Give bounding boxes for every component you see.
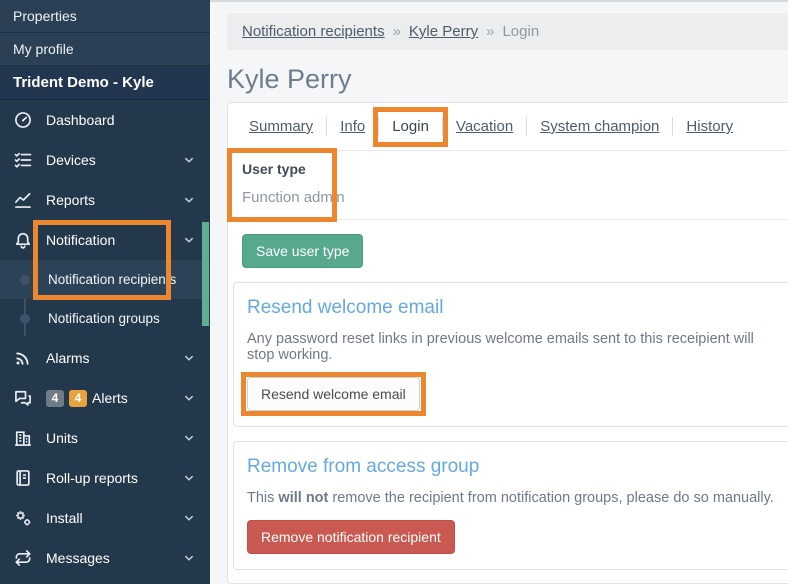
panel-heading: Remove from access group [247,456,480,477]
dashboard-icon [13,110,33,130]
panel-text-suffix: remove the recipient from notification g… [328,490,774,506]
button-label: Resend welcome email [261,386,406,402]
notification-submenu: Notification recipients Notification gro… [0,260,210,338]
sidebar-org-header: Trident Demo - Kyle [0,66,210,100]
tab-vacation[interactable]: Vacation [441,117,526,136]
sidebar-subitem-label: Notification recipients [48,272,177,287]
sidebar-item-notification-groups[interactable]: Notification groups [0,299,210,338]
panel-text: This will not remove the recipient from … [247,490,777,506]
sidebar-item-rollup-reports[interactable]: Roll-up reports [0,458,210,498]
gears-icon [13,508,33,528]
sidebar-item-label: Alarms [46,350,90,366]
panel-text-prefix: This [247,490,279,506]
sidebar-item-dashboard[interactable]: Dashboard [0,100,210,140]
sidebar-item-label: Reports [46,192,96,208]
bullet-dot-icon [20,314,30,324]
divider [228,219,788,220]
panel-heading: Resend welcome email [247,297,444,318]
bell-icon [13,230,33,250]
tab-history[interactable]: History [672,117,746,136]
sidebar-item-notification-recipients[interactable]: Notification recipients [0,260,210,299]
sidebar-item-notification[interactable]: Notification [0,220,210,260]
sidebar-item-messages[interactable]: Messages [0,538,210,578]
tab-login[interactable]: Login [373,107,448,147]
sidebar-item-label: Dashboard [46,112,115,128]
recipient-detail-card: Summary Info Login Vacation System champ… [227,102,788,584]
repeat-arrows-icon [13,548,33,568]
top-divider [210,0,788,2]
sidebar-item-label: Install [46,510,83,526]
main-content: Notification recipients » Kyle Perry » L… [210,0,788,584]
sidebar-item-reports[interactable]: Reports [0,180,210,220]
sidebar-item-units[interactable]: Units [0,418,210,458]
chevron-down-icon [182,511,196,525]
sidebar-item-label: Roll-up reports [46,470,138,486]
resend-welcome-email-panel: Resend welcome email Any password reset … [233,282,788,427]
breadcrumb-separator: » [486,23,495,40]
devices-icon [13,150,33,170]
sidebar-item-label: Notification [46,232,116,248]
chevron-down-icon [182,233,196,247]
alert-count-badge-gray: 4 [46,389,64,407]
journal-icon [13,468,33,488]
sidebar-item-my-profile[interactable]: My profile [0,33,210,66]
building-icon [13,428,33,448]
breadcrumb: Notification recipients » Kyle Perry » L… [227,13,788,50]
sidebar-scrollbar-thumb[interactable] [202,222,209,326]
tab-info[interactable]: Info [326,117,378,136]
breadcrumb-current: Login [502,23,540,40]
alert-count-badge-orange: 4 [69,389,87,407]
sidebar: Properties My profile Trident Demo - Kyl… [0,0,210,584]
tab-system-champion[interactable]: System champion [526,117,672,136]
annotation-highlight-user-type [227,148,337,222]
user-type-value[interactable]: Function admin [242,189,776,206]
chevron-down-icon [182,193,196,207]
tab-summary[interactable]: Summary [236,117,326,136]
sidebar-item-devices[interactable]: Devices [0,140,210,180]
sidebar-item-alerts[interactable]: 4 4 Alerts [0,378,210,418]
breadcrumb-link-notification-recipients[interactable]: Notification recipients [242,23,385,40]
sidebar-item-install[interactable]: Install [0,498,210,538]
app-window: Properties My profile Trident Demo - Kyl… [0,0,788,584]
chevron-down-icon [182,471,196,485]
panel-text-bold: will not [278,490,329,506]
save-user-type-button[interactable]: Save user type [242,234,364,268]
broadcast-icon [13,348,33,368]
resend-welcome-email-button[interactable]: Resend welcome email [241,372,426,416]
sidebar-nav: Dashboard Devices Reports Notification N… [0,100,210,578]
chat-bubbles-icon [13,388,33,408]
tab-label: Login [392,118,429,135]
chevron-down-icon [182,551,196,565]
user-type-label: User type [242,161,306,177]
bullet-dot-icon [20,275,30,285]
tab-bar: Summary Info Login Vacation System champ… [228,103,788,151]
remove-access-group-panel: Remove from access group This will not r… [233,441,788,570]
sidebar-item-label: Messages [46,550,110,566]
chevron-down-icon [182,431,196,445]
chevron-down-icon [182,153,196,167]
user-type-field: User type Function admin [227,148,788,222]
sidebar-item-properties[interactable]: Properties [0,0,210,33]
breadcrumb-link-kyle-perry[interactable]: Kyle Perry [409,23,478,40]
chevron-down-icon [182,351,196,365]
reports-icon [13,190,33,210]
sidebar-item-alarms[interactable]: Alarms [0,338,210,378]
sidebar-item-label: Devices [46,152,96,168]
remove-notification-recipient-button[interactable]: Remove notification recipient [247,520,455,554]
sidebar-item-label: Units [46,430,78,446]
chevron-down-icon [182,391,196,405]
page-title: Kyle Perry [227,64,352,94]
sidebar-item-label: Alerts [92,390,128,406]
sidebar-subitem-label: Notification groups [48,311,160,326]
breadcrumb-separator: » [392,23,401,40]
panel-text: Any password reset links in previous wel… [247,331,754,363]
